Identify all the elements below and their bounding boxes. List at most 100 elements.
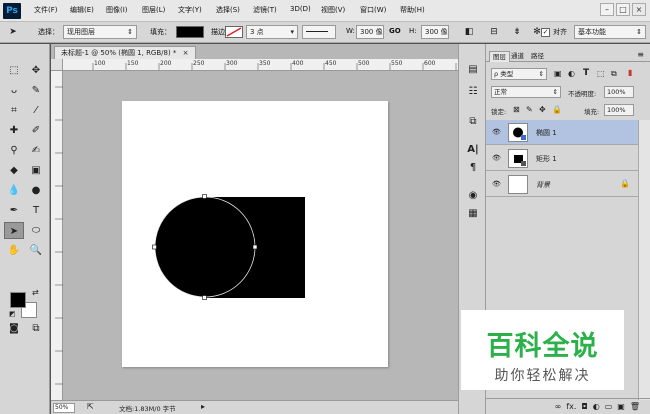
adjustment-layer-icon[interactable]: ◐ [593,399,600,414]
horizontal-ruler[interactable]: 100 150 200 250 300 350 400 450 500 550 … [63,59,458,71]
path-selection-tool-icon[interactable]: ➤ [4,222,24,239]
tab-layers[interactable]: 图层 [489,51,510,62]
blend-mode-dropdown[interactable]: 正常 ⇕ [491,86,561,98]
screen-mode-icon[interactable]: ⧉ [26,320,46,337]
menu-type[interactable]: 文字(Y) [178,5,202,15]
paragraph-styles-icon[interactable]: ⧉ [465,114,481,130]
add-mask-icon[interactable]: ◘ [581,399,587,414]
move-tool-icon[interactable]: ✥ [26,62,46,79]
document-tab[interactable]: 未标题-1 @ 50% (椭圆 1, RGB/8) * × [54,46,196,59]
close-button[interactable]: × [632,3,646,16]
delete-layer-icon[interactable]: 🗑 [630,399,640,414]
menu-filter[interactable]: 滤镜(T) [253,5,277,15]
new-layer-icon[interactable]: ▣ [617,399,625,414]
zoom-input[interactable]: 50% [53,403,75,413]
tab-paths[interactable]: 路径 [528,51,547,62]
layers-scrollbar[interactable] [638,120,650,400]
brush-tool-icon[interactable]: ✐ [26,122,46,139]
grid-panel-icon[interactable]: ▦ [465,206,481,222]
marquee-tool-icon[interactable]: ⬚ [4,62,24,79]
type-tool-icon[interactable]: T [26,202,46,219]
align-edges-checkbox[interactable]: ✓ [541,28,550,37]
3d-panel-icon[interactable]: ◉ [465,188,481,204]
layer-row-rectangle[interactable]: 👁 矩形 1 [486,146,638,171]
export-icon[interactable]: ⇱ [87,402,94,411]
filter-toggle-icon[interactable]: ▮ [628,68,632,77]
fill-swatch[interactable] [176,26,204,38]
eyedropper-tool-icon[interactable]: ⁄ [26,102,46,119]
zoom-tool-icon[interactable]: 🔍 [26,242,46,259]
lock-transparent-icon[interactable]: ⊠ [513,105,520,114]
layer-row-background[interactable]: 👁 背景 🔒 [486,172,638,197]
filter-pixel-icon[interactable]: ▣ [554,69,562,78]
fill-input[interactable]: 100% [604,104,634,116]
filter-shape-icon[interactable]: ⬚ [597,69,605,78]
menu-window[interactable]: 窗口(W) [360,5,386,15]
pen-tool-icon[interactable]: ✒ [4,202,24,219]
lasso-tool-icon[interactable]: ᴗ [4,82,24,99]
paragraph-panel-icon[interactable]: ¶ [465,160,481,176]
link-icon[interactable]: GO [389,27,401,35]
lock-pixels-icon[interactable]: ✎ [526,105,533,114]
stroke-type-dropdown[interactable] [302,25,336,39]
menu-file[interactable]: 文件(F) [34,5,58,15]
lock-all-icon[interactable]: 🔒 [552,105,562,114]
close-icon[interactable]: × [183,49,189,57]
link-layers-icon[interactable]: ∞ [555,399,562,414]
default-colors-icon[interactable]: ◩ [9,310,16,318]
properties-panel-icon[interactable]: ☷ [465,84,481,100]
layer-row-ellipse[interactable]: 👁 椭圆 1 [486,120,638,145]
select-dropdown[interactable]: 现用图层 ⇕ [63,25,137,39]
status-arrow-icon[interactable]: ▸ [201,402,205,411]
workspace-dropdown[interactable]: 基本功能 ⇕ [574,25,646,39]
blur-tool-icon[interactable]: 💧 [4,182,24,199]
character-panel-icon[interactable]: A| [465,142,481,158]
height-input[interactable]: 300 像 [421,25,449,39]
quick-mask-icon[interactable]: ◙ [4,320,24,337]
menu-view[interactable]: 视图(V) [321,5,345,15]
filter-adjustment-icon[interactable]: ◐ [568,69,575,78]
opacity-input[interactable]: 100% [604,86,634,98]
swap-colors-icon[interactable]: ⇄ [32,288,39,297]
ruler-origin[interactable] [51,59,63,71]
tab-channels[interactable]: 通道 [508,51,527,62]
dodge-tool-icon[interactable]: ● [26,182,46,199]
eye-icon[interactable]: 👁 [492,180,501,188]
minimize-button[interactable]: – [600,3,614,16]
history-brush-tool-icon[interactable]: ✍ [26,142,46,159]
new-group-icon[interactable]: ▭ [605,399,613,414]
lock-position-icon[interactable]: ✥ [539,105,546,114]
width-input[interactable]: 300 像 [356,25,384,39]
hand-tool-icon[interactable]: ✋ [4,242,24,259]
stroke-size-field[interactable]: 3 点 ▾ [246,25,298,39]
path-operations-icon[interactable]: ◧ [462,25,476,39]
layer-style-icon[interactable]: fx. [566,399,576,414]
maximize-button[interactable]: □ [616,3,630,16]
ellipse-tool-icon[interactable]: ⬭ [26,222,46,239]
gradient-tool-icon[interactable]: ▣ [26,162,46,179]
panel-menu-icon[interactable]: ≡ [637,50,644,59]
filter-type-icon[interactable]: T [583,68,589,78]
menu-edit[interactable]: 编辑(E) [70,5,94,15]
healing-brush-tool-icon[interactable]: ✚ [4,122,24,139]
quick-selection-tool-icon[interactable]: ✎ [26,82,46,99]
path-alignment-icon[interactable]: ⊟ [487,25,501,39]
filter-smart-object-icon[interactable]: ⧉ [611,69,617,79]
menu-help[interactable]: 帮助(H) [400,5,425,15]
eye-icon[interactable]: 👁 [492,128,501,136]
layer-filter-dropdown[interactable]: ρ 类型 ⇕ [491,68,547,80]
foreground-color-swatch[interactable] [10,292,26,308]
menu-3d[interactable]: 3D(D) [290,5,311,13]
menu-select[interactable]: 选择(S) [216,5,240,15]
stroke-swatch[interactable] [225,26,243,38]
document-canvas[interactable] [122,101,388,367]
history-panel-icon[interactable]: ▤ [465,62,481,78]
eraser-tool-icon[interactable]: ◆ [4,162,24,179]
clone-stamp-tool-icon[interactable]: ⚲ [4,142,24,159]
path-arrangement-icon[interactable]: ⇟ [510,25,524,39]
path-selection-tool-icon[interactable]: ➤ [6,25,20,39]
menu-image[interactable]: 图像(I) [106,5,128,15]
crop-tool-icon[interactable]: ⌗ [4,102,24,119]
eye-icon[interactable]: 👁 [492,154,501,162]
menu-layer[interactable]: 图层(L) [142,5,165,15]
